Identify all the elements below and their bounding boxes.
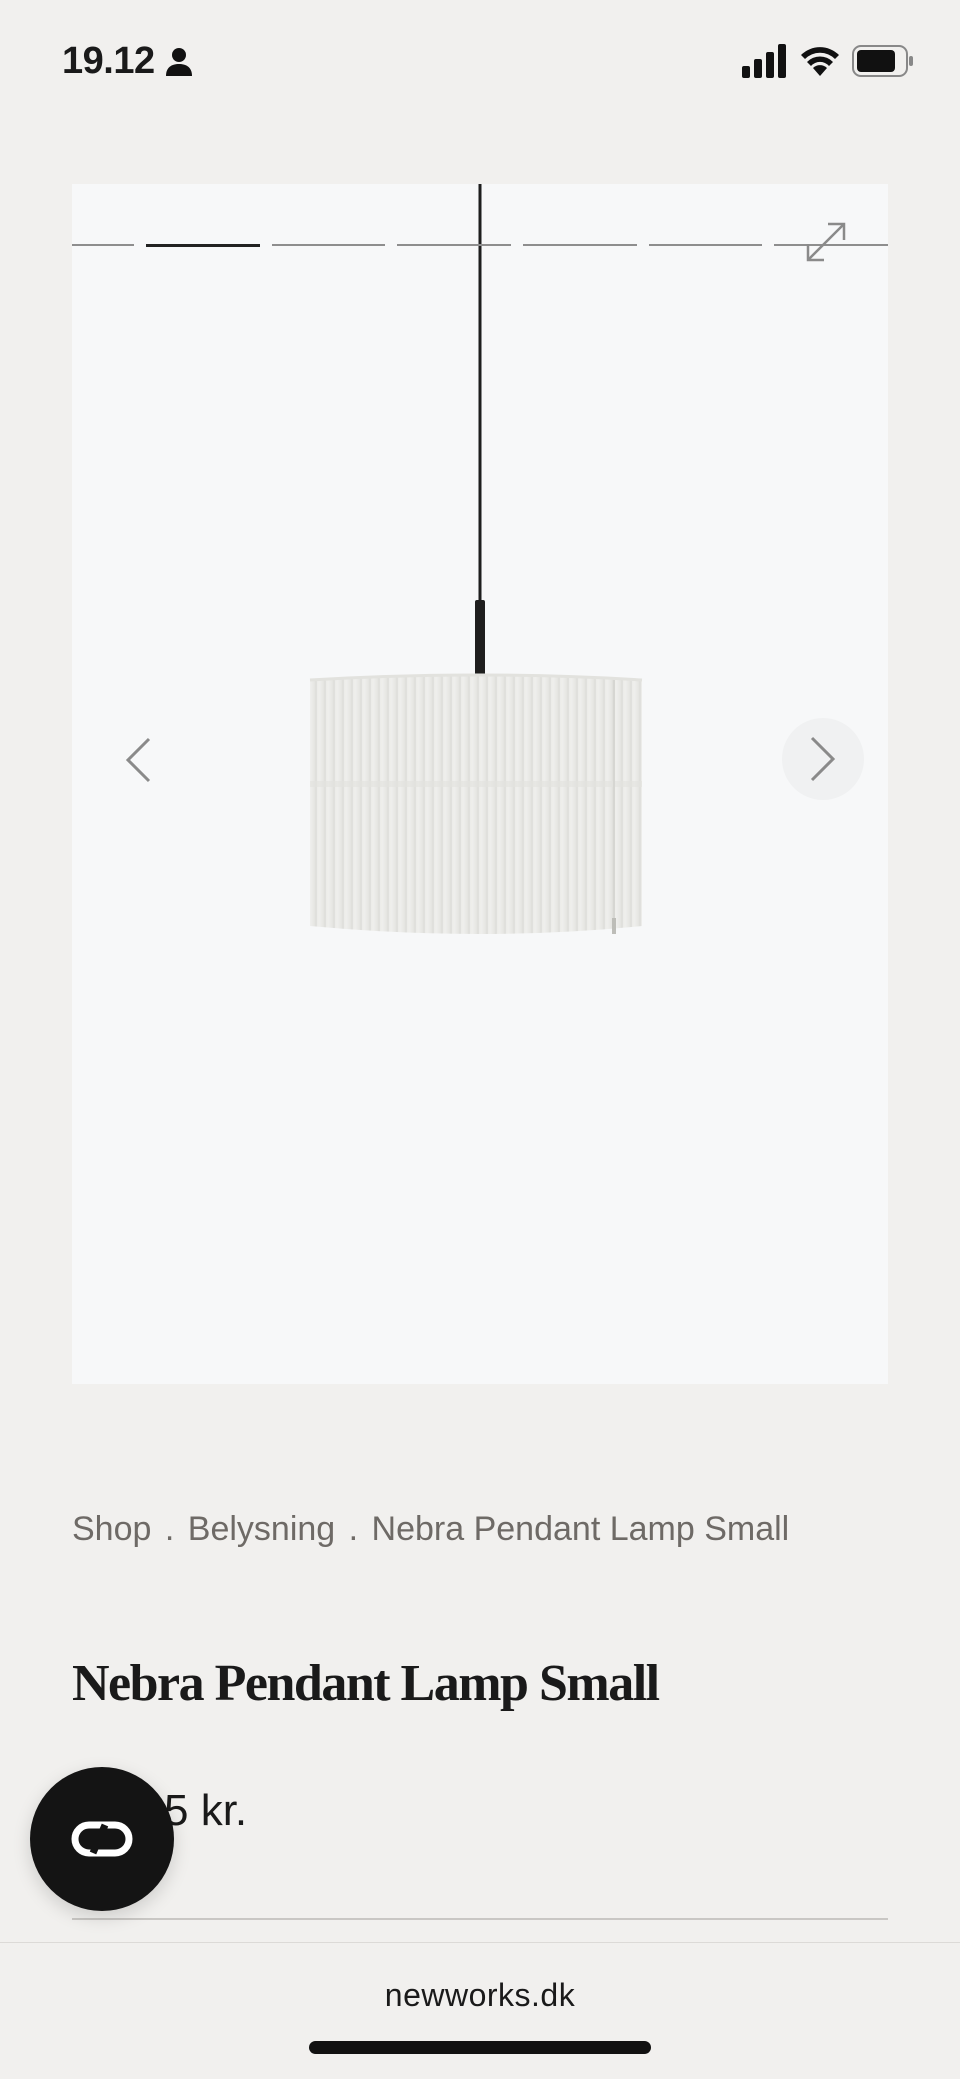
breadcrumb-separator: . xyxy=(164,1510,175,1548)
product-image xyxy=(309,184,643,934)
browser-bottom-bar: newworks.dk xyxy=(0,1942,960,2079)
breadcrumb-belysning[interactable]: Belysning xyxy=(188,1510,335,1548)
person-icon xyxy=(164,46,194,78)
divider xyxy=(72,1918,888,1920)
gallery-progress xyxy=(72,244,888,247)
chevron-right-icon xyxy=(810,736,836,782)
wifi-icon xyxy=(800,42,840,81)
breadcrumb-shop[interactable]: Shop xyxy=(72,1510,151,1548)
gallery-progress-segment xyxy=(271,244,386,246)
expand-icon[interactable] xyxy=(804,220,848,264)
breadcrumb-current: Nebra Pendant Lamp Small xyxy=(371,1510,790,1548)
gallery-progress-segment xyxy=(648,244,763,246)
address-bar[interactable]: newworks.dk xyxy=(0,1977,960,2014)
product-title: Nebra Pendant Lamp Small xyxy=(72,1655,660,1712)
chat-button[interactable] xyxy=(30,1767,174,1911)
home-indicator[interactable] xyxy=(309,2041,651,2054)
gallery-progress-segment xyxy=(72,244,134,246)
breadcrumb-separator: . xyxy=(348,1510,359,1548)
product-image-gallery[interactable] xyxy=(72,184,888,1384)
previous-image-button[interactable] xyxy=(108,720,168,800)
cellular-signal-icon xyxy=(742,44,788,83)
status-bar: 19.12 xyxy=(0,0,960,120)
gallery-progress-segment xyxy=(397,244,512,246)
product-price-text: 5 kr. xyxy=(164,1786,248,1835)
chevron-left-icon xyxy=(125,737,151,783)
next-image-button[interactable] xyxy=(782,718,864,800)
battery-icon xyxy=(852,44,914,83)
status-time: 19.12 xyxy=(62,40,155,82)
gallery-progress-segment xyxy=(523,244,637,246)
gallery-progress-segment-active xyxy=(146,244,260,247)
breadcrumb: Shop . Belysning . Nebra Pendant Lamp Sm… xyxy=(72,1510,789,1549)
chat-bubble-icon xyxy=(71,1821,133,1857)
